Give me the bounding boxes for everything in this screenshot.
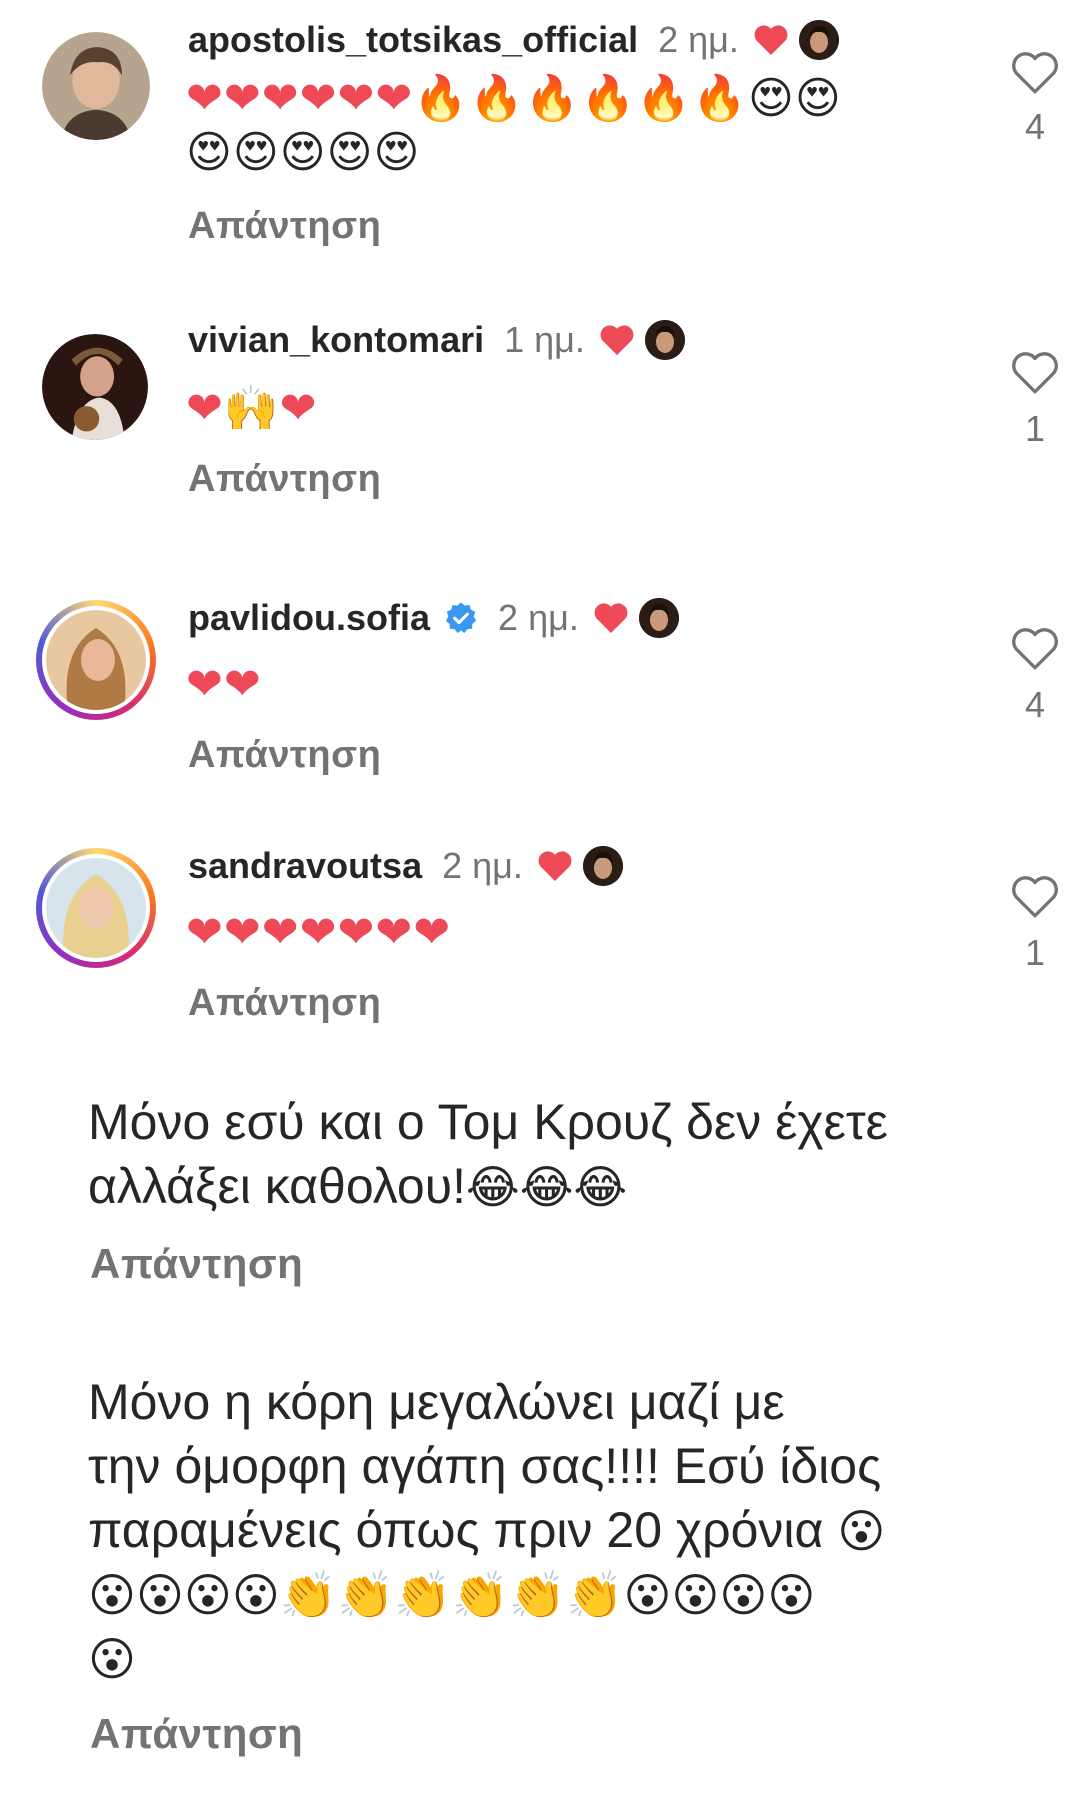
username[interactable]: pavlidou.sofia	[188, 596, 430, 640]
comment-text: ❤❤	[186, 659, 262, 710]
avatar-with-story-ring[interactable]	[36, 848, 156, 968]
comment-text: ❤❤❤❤❤❤🔥🔥🔥🔥🔥🔥😍😍😍😍😍😍😍	[186, 73, 842, 178]
reply-button[interactable]: Απάντηση	[90, 1240, 303, 1288]
avatar-photo	[42, 334, 148, 440]
comment-line: αλλάξει καθολου!😂😂😂	[88, 1154, 1048, 1219]
comment-line: Μόνο η κόρη μεγαλώνει μαζί με	[88, 1374, 785, 1430]
creator-avatar-icon	[798, 20, 839, 60]
username[interactable]: vivian_kontomari	[188, 318, 484, 362]
comment-emojis: 😮😮😮😮👏👏👏👏👏👏😮😮😮😮	[88, 1568, 816, 1622]
creator-liked-heart-icon	[594, 603, 628, 633]
like-heart-icon[interactable]	[1010, 350, 1060, 396]
username[interactable]: sandravoutsa	[188, 844, 422, 888]
timestamp: 2 ημ.	[442, 845, 523, 886]
comment-line-text: παραμένεις όπως πριν 20 χρόνια	[88, 1502, 824, 1558]
comment-line: Μόνο εσύ και ο Τομ Κρουζ δεν έχετε	[88, 1094, 888, 1150]
verified-badge-icon	[446, 602, 477, 634]
creator-liked-heart-icon	[538, 851, 572, 881]
reply-button[interactable]: Απάντηση	[188, 734, 381, 777]
like-count: 1	[1024, 932, 1046, 973]
like-heart-icon[interactable]	[1010, 50, 1060, 96]
avatar-with-story-ring[interactable]	[36, 600, 156, 720]
creator-avatar-icon	[582, 846, 623, 886]
like-count: 4	[1024, 106, 1046, 147]
avatar[interactable]	[42, 334, 148, 440]
comment-text: Μόνο εσύ και ο Τομ Κρουζ δεν έχετε αλλάξ…	[88, 1090, 1048, 1219]
creator-liked-heart-icon	[754, 25, 788, 55]
like-count: 1	[1024, 408, 1046, 449]
comment-line: παραμένεις όπως πριν 20 χρόνια 😮	[88, 1498, 1048, 1563]
avatar-photo	[42, 32, 150, 140]
username[interactable]: apostolis_totsikas_official	[188, 18, 638, 62]
comment-emojis: 😮	[837, 1504, 886, 1558]
comment-text: ❤🙌❤	[186, 383, 318, 434]
comment-text: ❤❤❤❤❤❤❤	[186, 907, 452, 958]
like-heart-icon[interactable]	[1010, 626, 1060, 672]
like-heart-icon[interactable]	[1010, 874, 1060, 920]
like-count: 4	[1024, 684, 1046, 725]
reply-button[interactable]: Απάντηση	[188, 982, 381, 1025]
reply-button[interactable]: Απάντηση	[188, 205, 381, 248]
comment-emojis: 😮	[88, 1632, 136, 1686]
creator-avatar-icon	[638, 598, 679, 638]
comment-emojis: 😂😂😂	[465, 1160, 628, 1214]
avatar-photo	[46, 610, 146, 710]
timestamp: 2 ημ.	[658, 19, 739, 60]
comment-text: Μόνο η κόρη μεγαλώνει μαζί με την όμορφη…	[88, 1370, 1048, 1691]
timestamp: 2 ημ.	[498, 597, 579, 638]
creator-liked-heart-icon	[600, 325, 634, 355]
avatar-photo	[46, 858, 146, 958]
creator-avatar-icon	[644, 320, 685, 360]
comment-line: την όμορφη αγάπη σας!!!! Εσύ ίδιος	[88, 1438, 882, 1494]
comment-line-text: αλλάξει καθολου!	[88, 1158, 466, 1214]
timestamp: 1 ημ.	[504, 319, 585, 360]
reply-button[interactable]: Απάντηση	[188, 458, 381, 501]
reply-button[interactable]: Απάντηση	[90, 1710, 303, 1758]
avatar[interactable]	[42, 32, 150, 140]
